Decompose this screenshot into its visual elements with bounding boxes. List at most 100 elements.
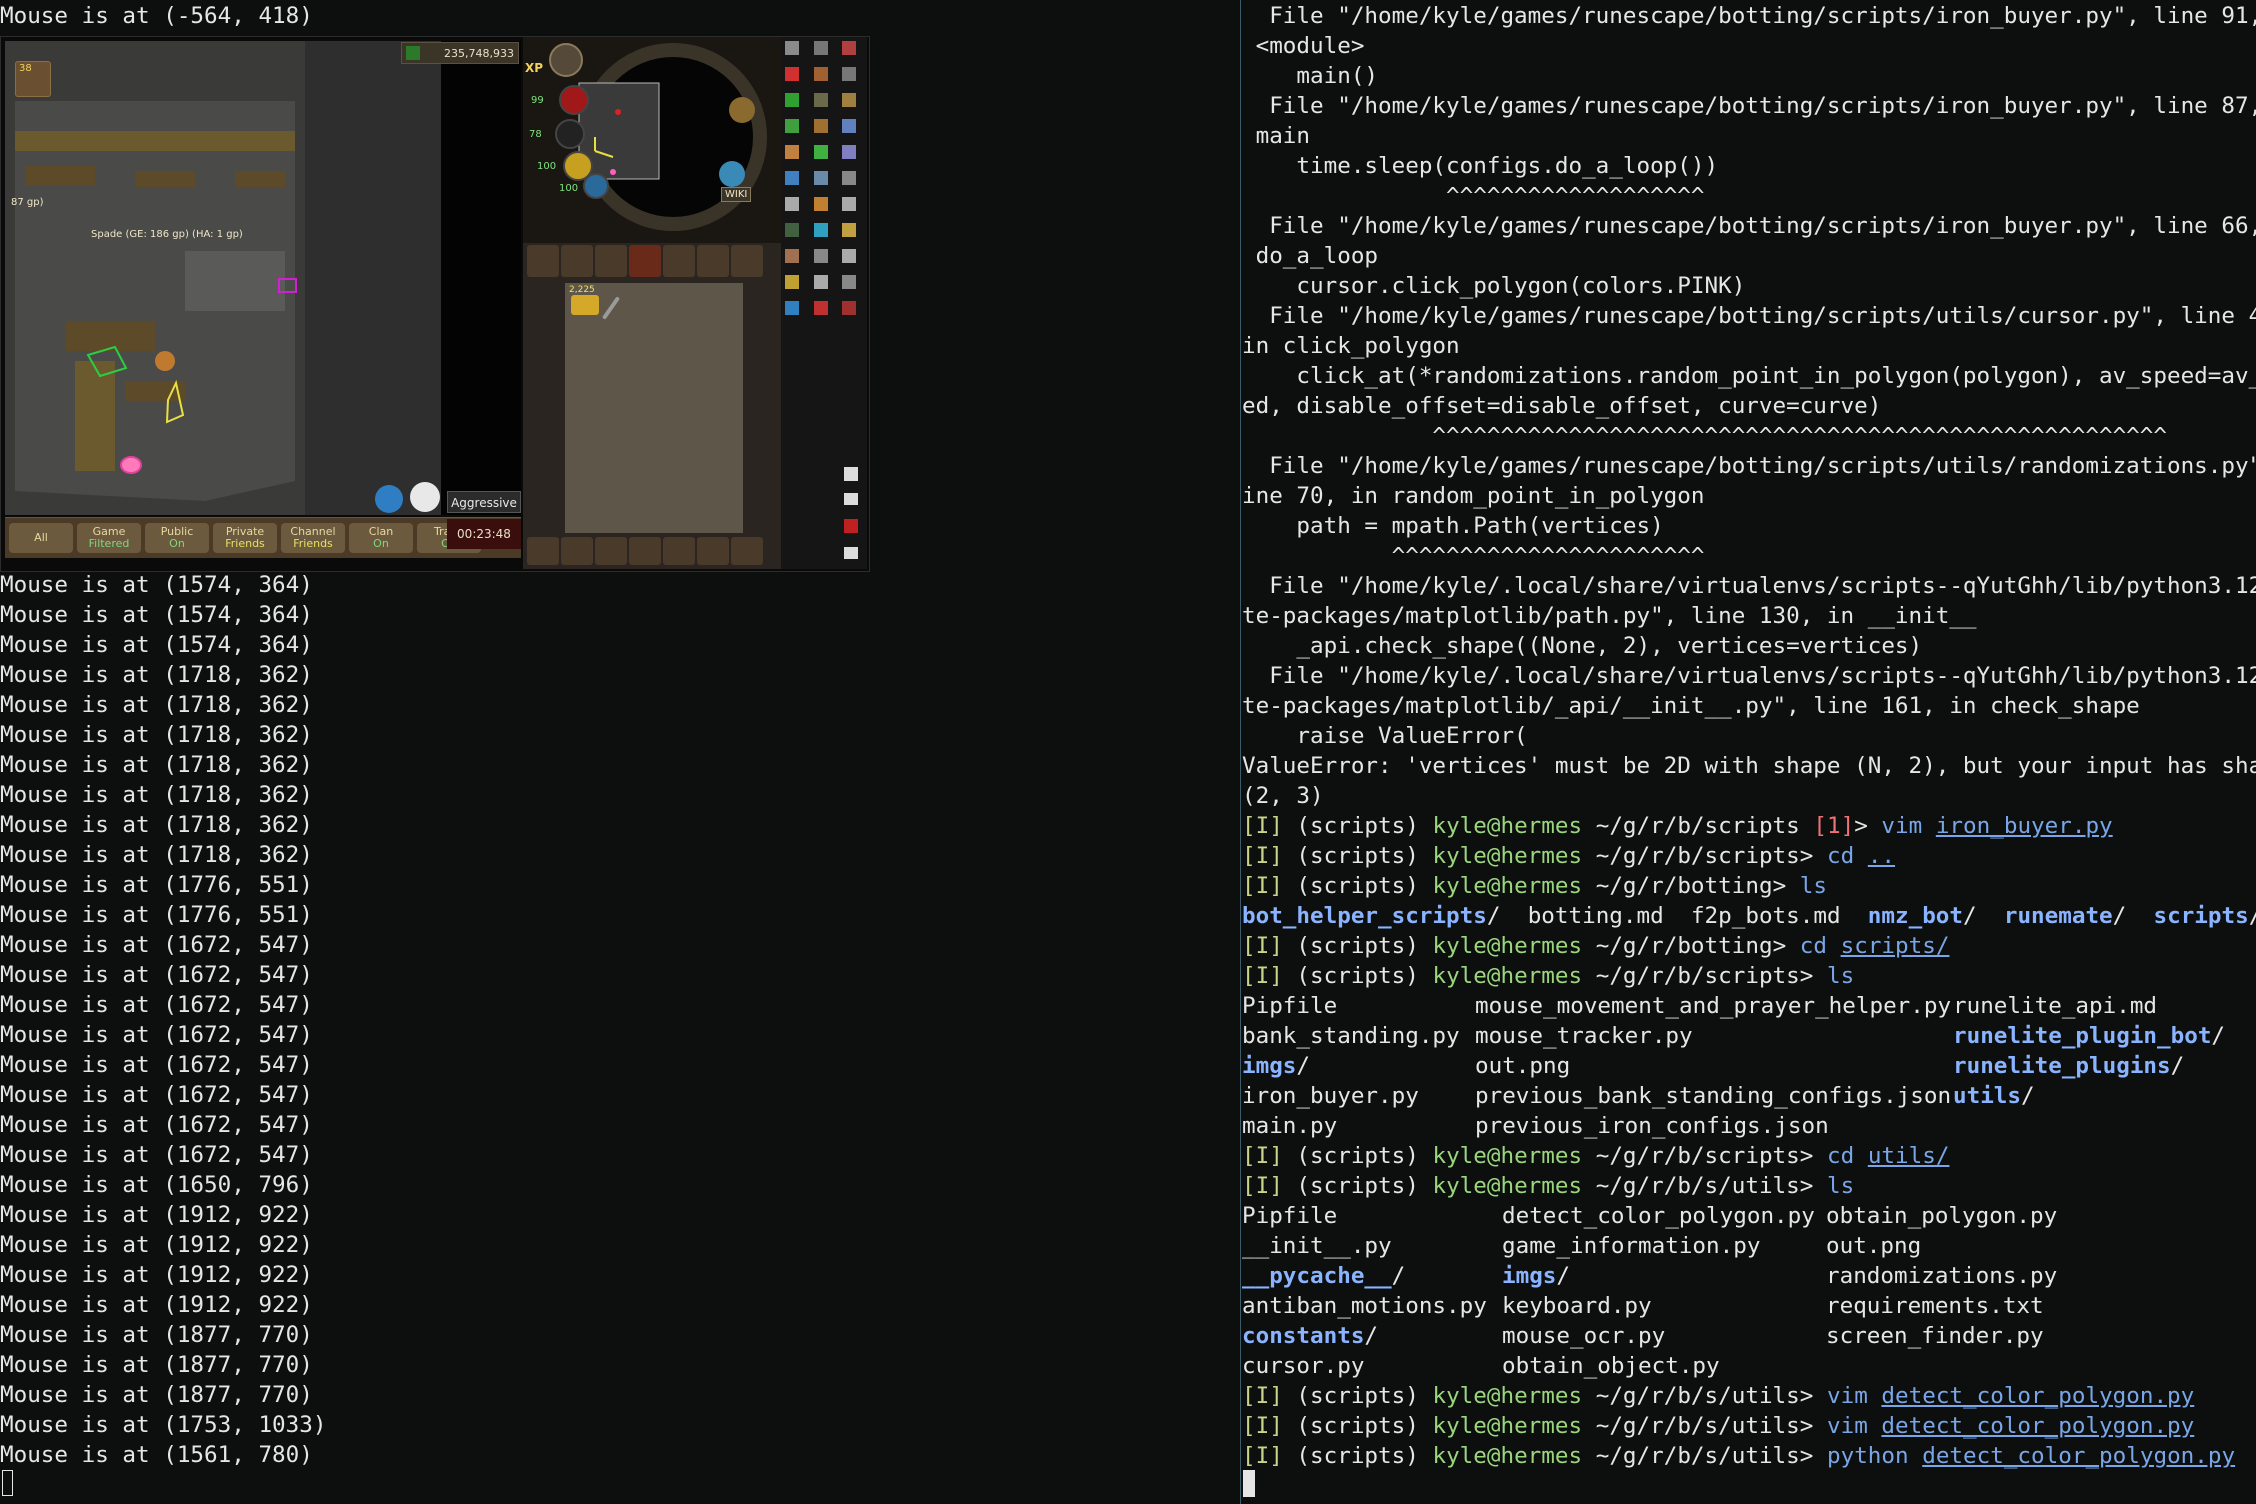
hitpoints-orb-icon[interactable] xyxy=(559,85,589,115)
command: python xyxy=(1826,1443,1909,1469)
magic-tab-icon[interactable] xyxy=(731,245,763,277)
command-argument[interactable]: detect_color_polygon.py xyxy=(1922,1443,2235,1469)
prompt-mode: [I] xyxy=(1242,1443,1283,1469)
prompt-mode: [I] xyxy=(1242,1413,1283,1439)
prompt-line: [I] (scripts) kyle@hermes ~/g/r/b/s/util… xyxy=(1242,1443,2236,1469)
mouse-position-line: Mouse is at (1912, 922) xyxy=(0,1292,313,1318)
mouse-position-line: Mouse is at (1672, 547) xyxy=(0,1142,313,1168)
account-tab-icon[interactable] xyxy=(595,537,627,565)
sidebar-plugin-icons[interactable] xyxy=(781,37,867,569)
chat-tab-private[interactable]: Private Friends xyxy=(213,523,277,553)
mouse-position-line: Mouse is at (1672, 547) xyxy=(0,1112,313,1138)
world-map-icon[interactable] xyxy=(729,97,755,123)
prompt-line: [I] (scripts) kyle@hermes ~/g/r/b/s/util… xyxy=(1242,1173,1855,1199)
prompt-env: (scripts) xyxy=(1296,963,1419,989)
command-argument[interactable]: detect_color_polygon.py xyxy=(1881,1383,2194,1409)
prayer-tab-icon[interactable] xyxy=(697,245,729,277)
ls-file: main.py xyxy=(1242,1113,1338,1139)
prompt-mode: [I] xyxy=(1242,1173,1283,1199)
stats-tab-icon[interactable] xyxy=(561,245,593,277)
mouse-position-line: Mouse is at (1718, 362) xyxy=(0,692,313,718)
logout-tab-icon[interactable] xyxy=(629,537,661,565)
traceback-line: ^^^^^^^^^^^^^^^^^^^^^^^^^^^^^^^^^^^^^^^^… xyxy=(1242,423,2167,449)
ls-directory-suffix: / xyxy=(1364,1323,1378,1349)
ls-file: mouse_movement_and_prayer_helper.py xyxy=(1475,993,1952,1019)
chat-tab-bar: All Game Filtered Public On Private Friends… xyxy=(5,517,521,558)
globe-icon[interactable] xyxy=(719,161,745,187)
command-argument[interactable]: iron_buyer.py xyxy=(1936,813,2113,839)
ls-file: randomizations.py xyxy=(1826,1263,2058,1289)
wiki-button[interactable]: WIKI xyxy=(721,187,752,202)
traceback-line: ed, disable_offset=disable_offset, curve… xyxy=(1242,393,1882,419)
ls-file: detect_color_polygon.py xyxy=(1502,1203,1815,1229)
special-attack-orb-icon[interactable] xyxy=(583,173,609,199)
chat-tab-all[interactable]: All xyxy=(9,523,73,553)
prompt-path: ~/g/r/b/scripts xyxy=(1595,963,1800,989)
world-number: 38 xyxy=(19,63,32,74)
xp-orb-label[interactable]: XP xyxy=(525,61,543,75)
prompt-mode: [I] xyxy=(1242,1143,1283,1169)
prompt-path: ~/g/r/b/scripts xyxy=(1595,813,1800,839)
combat-tab-icon[interactable] xyxy=(527,245,559,277)
chat-tab-filter: On xyxy=(373,537,389,550)
right-terminal-pane[interactable]: File "/home/kyle/games/runescape/botting… xyxy=(1241,0,2256,1504)
chat-tab-public[interactable]: Public On xyxy=(145,523,209,553)
game-client-window[interactable]: Spade (GE: 186 gp) (HA: 1 gp) 87 gp) 38 … xyxy=(0,36,870,572)
left-terminal-pane[interactable]: Mouse is at (-564, 418) Spade (GE: 186 g… xyxy=(0,0,1240,1504)
prayer-value: 78 xyxy=(529,129,542,140)
ls-file: previous_iron_configs.json xyxy=(1475,1113,1829,1139)
prayer-orb-icon[interactable] xyxy=(555,119,585,149)
mouse-position-line: Mouse is at (1574, 364) xyxy=(0,572,313,598)
ls-file: f2p_bots.md xyxy=(1690,903,1841,929)
ls-file: cursor.py xyxy=(1242,1353,1365,1379)
chat-tab-channel[interactable]: Channel Friends xyxy=(281,523,345,553)
prompt-env: (scripts) xyxy=(1296,1383,1419,1409)
spade-item-icon[interactable] xyxy=(601,296,621,320)
clan-tab-icon[interactable] xyxy=(731,537,763,565)
ls-file: runelite_api.md xyxy=(1953,993,2158,1019)
ls-file: botting.md xyxy=(1527,903,1664,929)
mouse-position-line: Mouse is at (1718, 362) xyxy=(0,722,313,748)
emotes-tab-icon[interactable] xyxy=(561,537,593,565)
equipment-tab-icon[interactable] xyxy=(663,245,695,277)
mouse-position-line: Mouse is at (1574, 364) xyxy=(0,632,313,658)
ls-directory-suffix: / xyxy=(1556,1263,1570,1289)
command: ls xyxy=(1799,873,1827,899)
traceback-line: File "/home/kyle/games/runescape/botting… xyxy=(1242,93,2256,119)
session-timer: 00:23:48 xyxy=(447,519,521,549)
compass-icon[interactable] xyxy=(549,43,583,77)
xp-counter-value: 235,748,933 xyxy=(444,47,514,60)
settings-tab-icon[interactable] xyxy=(663,537,695,565)
mouse-position-line: Mouse is at (1912, 922) xyxy=(0,1262,313,1288)
prompt-env: (scripts) xyxy=(1296,843,1419,869)
music-tab-icon[interactable] xyxy=(697,537,729,565)
traceback-line: click_at(*randomizations.random_point_in… xyxy=(1242,363,2256,389)
inventory-panel[interactable]: 2,225 xyxy=(565,283,743,533)
prompt-mode: [I] xyxy=(1242,873,1283,899)
quests-tab-icon[interactable] xyxy=(595,245,627,277)
prompt-env: (scripts) xyxy=(1296,1443,1419,1469)
traceback-line: ine 70, in random_point_in_polygon xyxy=(1242,483,1705,509)
friends-tab-icon[interactable] xyxy=(527,537,559,565)
command-argument[interactable]: .. xyxy=(1868,843,1895,869)
prompt-env: (scripts) xyxy=(1296,933,1419,959)
coins-icon[interactable] xyxy=(571,295,599,315)
game-viewport[interactable]: Spade (GE: 186 gp) (HA: 1 gp) 87 gp) 38 xyxy=(5,41,441,515)
command-argument[interactable]: utils/ xyxy=(1868,1143,1950,1169)
inventory-tab-icon[interactable] xyxy=(629,245,661,277)
traceback-line: te-packages/matplotlib/path.py", line 13… xyxy=(1242,603,1977,629)
command: ls xyxy=(1826,1173,1855,1199)
mouse-position-line: Mouse is at (1672, 547) xyxy=(0,992,313,1018)
mouse-position-line: Mouse is at (1776, 551) xyxy=(0,872,313,898)
mouse-position-line: Mouse is at (1574, 364) xyxy=(0,602,313,628)
mouse-position-line: Mouse is at (1672, 547) xyxy=(0,1082,313,1108)
prompt-env: (scripts) xyxy=(1296,813,1419,839)
chat-tab-filter: Friends xyxy=(225,537,265,550)
ls-file: iron_buyer.py xyxy=(1242,1083,1419,1109)
chat-tab-game[interactable]: Game Filtered xyxy=(77,523,141,553)
command-argument[interactable]: scripts/ xyxy=(1841,933,1950,959)
command-argument[interactable]: detect_color_polygon.py xyxy=(1881,1413,2194,1439)
ls-file: bank_standing.py xyxy=(1242,1023,1460,1049)
mouse-position-line: Mouse is at (1877, 770) xyxy=(0,1382,313,1408)
chat-tab-clan[interactable]: Clan On xyxy=(349,523,413,553)
